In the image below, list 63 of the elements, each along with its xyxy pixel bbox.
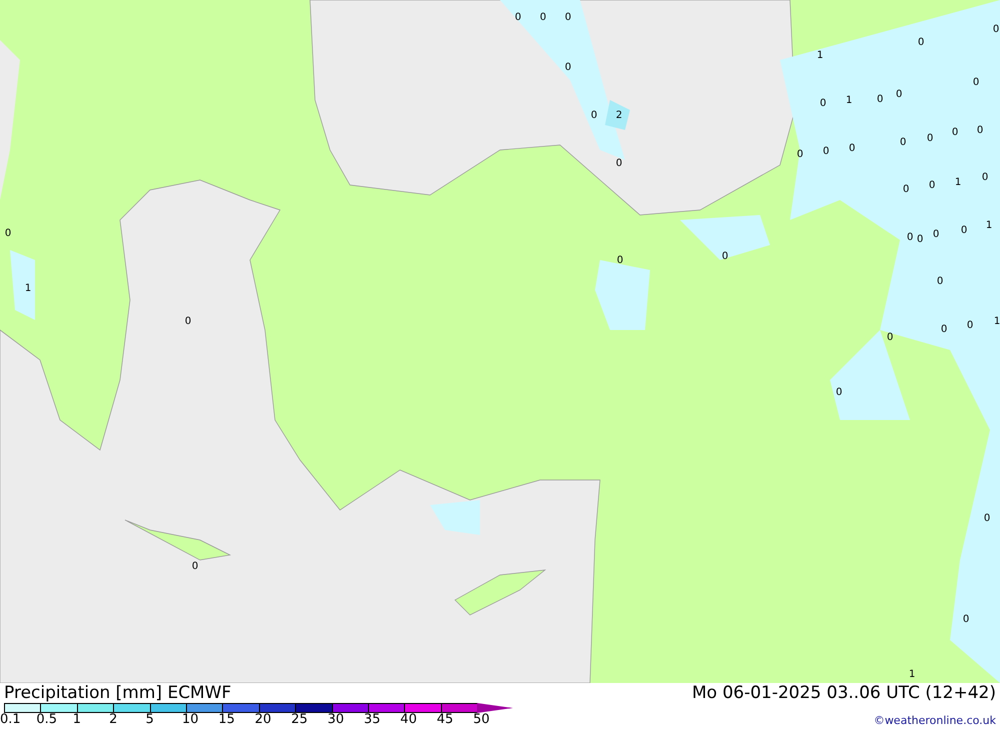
precipitation-value: 0 bbox=[928, 181, 936, 191]
precipitation-value: 0 bbox=[916, 235, 924, 245]
legend-label: 20 bbox=[254, 713, 272, 727]
precipitation-value: 0 bbox=[972, 78, 980, 88]
precipitation-value: 1 bbox=[954, 178, 962, 188]
precipitation-value: 0 bbox=[184, 317, 192, 327]
precipitation-value: 0 bbox=[886, 333, 894, 343]
precipitation-value: 0 bbox=[976, 126, 984, 136]
precipitation-value: 0 bbox=[932, 230, 940, 240]
precipitation-value: 0 bbox=[848, 144, 856, 154]
precipitation-value: 0 bbox=[722, 252, 728, 262]
precipitation-value: 0 bbox=[4, 229, 12, 239]
precipitation-value: 0 bbox=[616, 159, 622, 169]
legend-label: 10 bbox=[182, 713, 200, 727]
chart-title: Precipitation [mm] ECMWF bbox=[4, 683, 232, 703]
precipitation-value: 1 bbox=[986, 221, 992, 231]
precipitation-value: 1 bbox=[846, 96, 852, 106]
precipitation-value: 0 bbox=[940, 325, 948, 335]
legend-label: 50 bbox=[473, 713, 491, 727]
legend-label: 35 bbox=[364, 713, 382, 727]
forecast-time: Mo 06-01-2025 03..06 UTC (12+42) bbox=[692, 683, 996, 703]
precipitation-value: 0 bbox=[820, 99, 826, 109]
legend-label: 0.1 bbox=[0, 713, 22, 727]
precipitation-value: 1 bbox=[908, 670, 916, 680]
legend-label: 2 bbox=[109, 713, 118, 727]
precipitation-value: 0 bbox=[936, 277, 944, 287]
precipitation-value: 0 bbox=[926, 134, 934, 144]
precipitation-value: 0 bbox=[906, 233, 914, 243]
precipitation-value: 0 bbox=[876, 95, 884, 105]
legend-label: 15 bbox=[218, 713, 236, 727]
precipitation-value: 0 bbox=[590, 111, 598, 121]
precipitation-value: 0 bbox=[992, 25, 1000, 35]
precipitation-value: 0 bbox=[984, 514, 990, 524]
legend-label: 25 bbox=[291, 713, 309, 727]
precipitation-value: 0 bbox=[192, 562, 198, 572]
precipitation-value: 0 bbox=[966, 321, 974, 331]
legend-label: 30 bbox=[328, 713, 346, 727]
precipitation-value: 0 bbox=[822, 147, 830, 157]
precipitation-value: 0 bbox=[896, 90, 902, 100]
precipitation-value: 0 bbox=[900, 138, 906, 148]
precipitation-value: 0 bbox=[962, 615, 970, 625]
precipitation-value: 1 bbox=[816, 51, 824, 61]
precipitation-value: 0 bbox=[616, 256, 624, 266]
precipitation-value: 0 bbox=[540, 13, 546, 23]
precipitation-value: 2 bbox=[616, 111, 622, 121]
precipitation-value: 1 bbox=[994, 317, 1000, 327]
precipitation-value: 0 bbox=[982, 173, 988, 183]
legend-label: 45 bbox=[436, 713, 454, 727]
precipitation-value: 0 bbox=[952, 128, 958, 138]
precipitation-value: 0 bbox=[514, 13, 522, 23]
legend-label: 0.5 bbox=[36, 713, 58, 727]
legend-label: 40 bbox=[400, 713, 418, 727]
precipitation-value: 0 bbox=[564, 63, 572, 73]
precipitation-value: 0 bbox=[902, 185, 910, 195]
precipitation-value: 0 bbox=[918, 38, 924, 48]
precipitation-value: 0 bbox=[564, 13, 572, 23]
precipitation-value: 1 bbox=[24, 284, 32, 294]
legend-label: 5 bbox=[146, 713, 155, 727]
precipitation-value: 0 bbox=[836, 388, 842, 398]
credit-link[interactable]: ©weatheronline.co.uk bbox=[874, 714, 996, 727]
precipitation-value: 0 bbox=[960, 226, 968, 236]
precipitation-value: 0 bbox=[796, 150, 804, 160]
legend-label: 1 bbox=[72, 713, 82, 727]
